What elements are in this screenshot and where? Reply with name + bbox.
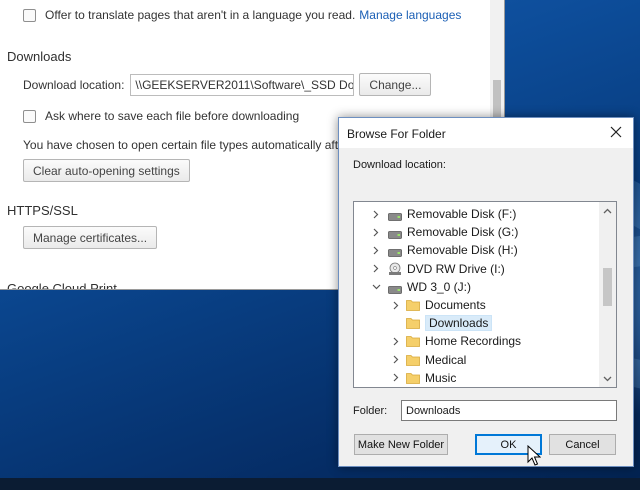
tree-scroll-thumb[interactable] — [603, 268, 612, 306]
tree-item[interactable]: Removable Disk (H:) — [370, 241, 518, 259]
drive-icon — [388, 283, 402, 294]
ask-save-row: Ask where to save each file before downl… — [23, 109, 299, 123]
folder-icon — [406, 372, 420, 384]
tree-item[interactable]: Removable Disk (G:) — [370, 223, 518, 241]
taskbar — [0, 478, 640, 490]
dialog-title: Browse For Folder — [347, 127, 446, 141]
make-new-folder-button[interactable]: Make New Folder — [354, 434, 448, 455]
folder-icon — [406, 299, 420, 311]
download-location-label: Download location: — [23, 77, 125, 92]
folder-input-value: Downloads — [406, 404, 461, 417]
tree-item-label: DVD RW Drive (I:) — [407, 261, 505, 276]
tree-item-label: Removable Disk (F:) — [407, 207, 517, 221]
tree-item-label: Documents — [425, 298, 486, 312]
chevron-right-icon[interactable] — [370, 208, 382, 220]
ask-save-label: Ask where to save each file before downl… — [45, 109, 300, 123]
dialog-location-label: Download location: — [353, 159, 446, 171]
tree-item[interactable]: Medical — [390, 351, 466, 369]
tree-item-label: Music — [425, 370, 457, 385]
scroll-up-icon[interactable] — [599, 202, 616, 219]
folder-tree[interactable]: Removable Disk (F:) Removable Disk (G:) Re… — [353, 201, 617, 388]
tree-item[interactable]: Music — [390, 369, 456, 387]
clear-auto-opening-button[interactable]: Clear auto-opening settings — [23, 159, 190, 182]
https-heading: HTTPS/SSL — [7, 203, 78, 218]
browse-folder-dialog: Browse For Folder Download location: Rem… — [338, 117, 634, 467]
tree-item-label: Downloads — [425, 315, 493, 332]
change-button[interactable]: Change... — [359, 73, 432, 96]
chevron-down-icon[interactable] — [370, 281, 382, 293]
cloud-print-heading: Google Cloud Print — [7, 281, 117, 290]
tree-item[interactable]: Removable Disk (F:) — [370, 205, 516, 223]
tree-item[interactable]: DVD RW Drive (I:) — [370, 260, 505, 278]
chevron-right-icon[interactable] — [390, 372, 402, 384]
chevron-right-icon[interactable] — [390, 299, 402, 311]
download-location-input[interactable]: \\GEEKSERVER2011\Software\_SSD Downloads — [130, 73, 355, 96]
scroll-down-icon[interactable] — [599, 370, 616, 387]
folder-input[interactable]: Downloads — [401, 400, 617, 421]
tree-item[interactable]: WD 3_0 (J:) — [370, 278, 471, 296]
auto-open-text: You have chosen to open certain file typ… — [23, 138, 375, 152]
tree-item-label: Removable Disk (H:) — [407, 243, 518, 258]
folder-icon — [406, 354, 420, 366]
download-location-row: Download location: \\GEEKSERVER2011\Soft… — [23, 73, 432, 96]
folder-label: Folder: — [353, 405, 388, 417]
folder-icon — [406, 317, 420, 330]
tree-item[interactable]: Home Recordings — [390, 332, 521, 350]
chevron-right-icon[interactable] — [370, 263, 382, 275]
ask-save-checkbox[interactable] — [23, 109, 36, 123]
tree-item-label: Removable Disk (G:) — [407, 225, 519, 240]
chevron-right-icon[interactable] — [370, 226, 382, 238]
translate-row: Offer to translate pages that aren't in … — [23, 8, 461, 22]
manage-certificates-button[interactable]: Manage certificates... — [23, 226, 158, 249]
cancel-button[interactable]: Cancel — [549, 434, 616, 455]
tree-item[interactable]: Documents — [390, 296, 486, 314]
dialog-titlebar[interactable]: Browse For Folder — [339, 118, 633, 148]
tree-scrollbar[interactable] — [599, 202, 616, 387]
chevron-right-icon[interactable] — [390, 354, 402, 366]
folder-icon — [406, 335, 420, 348]
tree-item-label: Home Recordings — [425, 334, 522, 349]
chevron-right-icon[interactable] — [370, 244, 382, 256]
dvd-icon — [388, 262, 402, 276]
drive-icon — [388, 246, 402, 258]
mouse-cursor-icon — [527, 445, 541, 466]
drive-icon — [388, 210, 402, 221]
tree-item[interactable]: Downloads — [390, 314, 493, 332]
translate-checkbox[interactable] — [23, 8, 36, 22]
chevron-right-icon[interactable] — [390, 335, 402, 347]
drive-icon — [388, 228, 402, 240]
close-icon[interactable] — [607, 123, 625, 141]
tree-item-label: WD 3_0 (J:) — [407, 279, 472, 294]
downloads-heading: Downloads — [7, 49, 72, 64]
manage-languages-link[interactable]: Manage languages — [359, 8, 461, 22]
tree-item-label: Medical — [425, 352, 467, 367]
translate-label: Offer to translate pages that aren't in … — [45, 8, 356, 22]
download-location-value: \\GEEKSERVER2011\Software\_SSD Downloads — [135, 77, 355, 92]
